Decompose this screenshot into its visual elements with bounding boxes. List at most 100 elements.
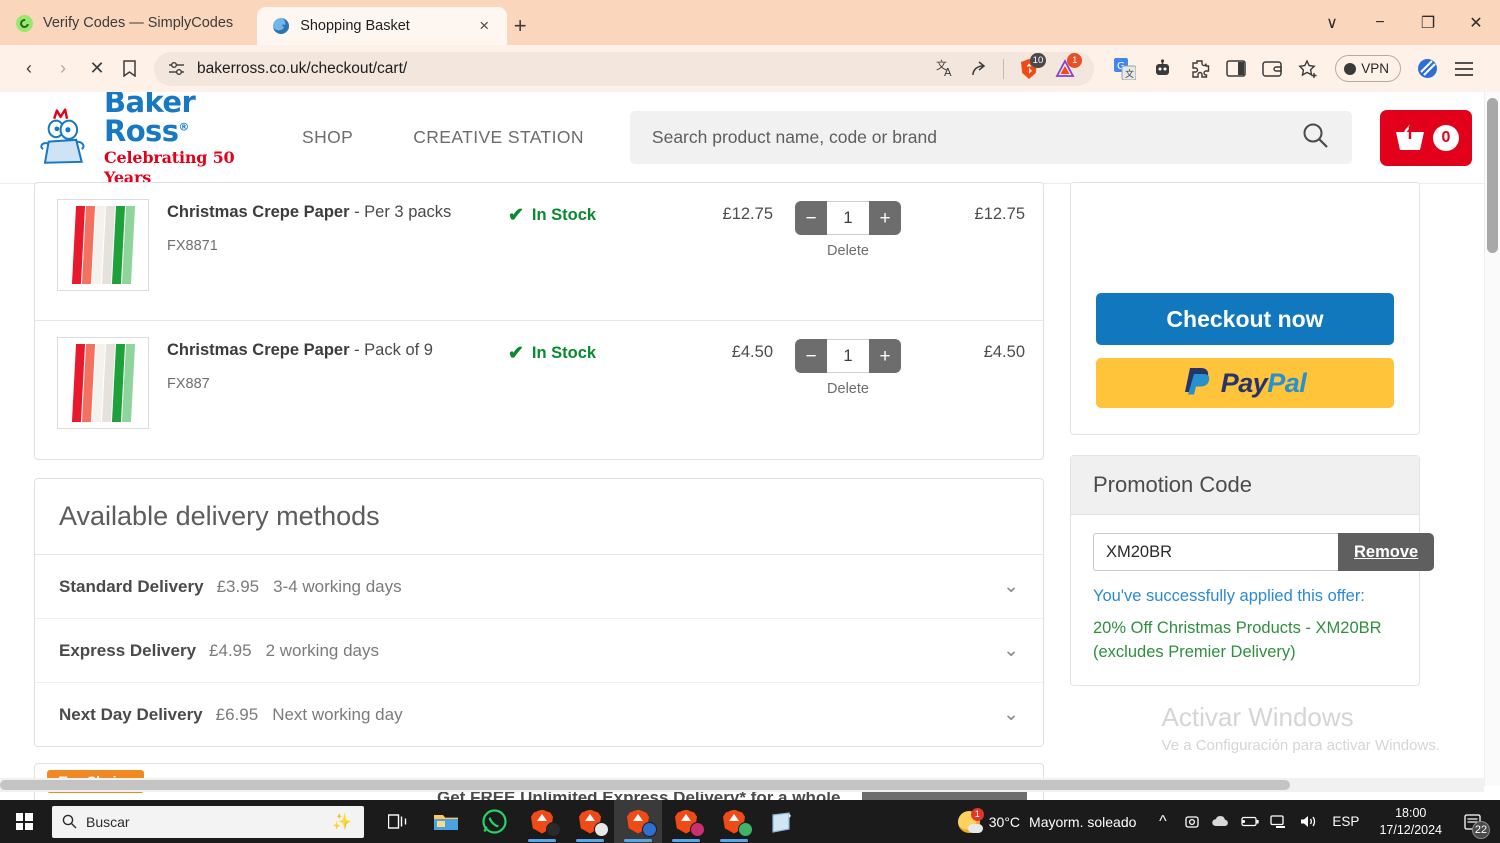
horizontal-scrollbar[interactable] xyxy=(0,778,1484,792)
stop-loading-icon[interactable]: ✕ xyxy=(80,52,114,86)
product-thumbnail[interactable] xyxy=(57,199,149,291)
whatsapp-icon[interactable] xyxy=(470,800,518,843)
vpn-toggle[interactable]: VPN xyxy=(1335,55,1401,82)
network-icon[interactable] xyxy=(1264,800,1293,843)
active-tab[interactable]: Shopping Basket × xyxy=(257,7,508,45)
delete-item-link[interactable]: Delete xyxy=(827,243,869,259)
weather-temperature: 30°C xyxy=(988,813,1021,830)
extensions-puzzle-icon[interactable] xyxy=(1189,58,1210,79)
delivery-option-next-day[interactable]: Next Day Delivery £6.95 Next working day… xyxy=(35,683,1043,746)
horizontal-scrollbar-thumb[interactable] xyxy=(0,780,1290,790)
unit-price: £12.75 xyxy=(722,205,773,223)
chevron-down-icon[interactable]: ⌄ xyxy=(1003,639,1019,662)
show-hidden-icons-chevron[interactable]: ^ xyxy=(1148,800,1177,843)
promotion-code-body: Remove You've successfully applied this … xyxy=(1071,515,1435,685)
brave-leo-icon[interactable] xyxy=(1417,58,1438,79)
browser-menu-icon[interactable] xyxy=(1454,61,1474,77)
onedrive-icon[interactable] xyxy=(1206,800,1235,843)
site-settings-icon[interactable] xyxy=(168,61,185,76)
product-code: FX8871 xyxy=(167,238,218,254)
logo-brand-name: Baker Ross® xyxy=(104,92,196,149)
copilot-sparkle-icon[interactable]: ✨ xyxy=(332,812,352,832)
close-tab-icon[interactable]: × xyxy=(471,13,497,39)
quantity-column: − 1 + Delete xyxy=(773,337,923,397)
product-name[interactable]: Christmas Crepe Paper - Per 3 packs xyxy=(167,203,508,222)
sticky-notes-icon[interactable] xyxy=(758,800,806,843)
start-button[interactable] xyxy=(0,800,48,843)
remove-promotion-button[interactable]: Remove xyxy=(1338,533,1435,571)
robot-extension-icon[interactable] xyxy=(1152,58,1173,79)
bookmark-star-icon[interactable] xyxy=(1298,58,1319,79)
chevron-down-icon[interactable]: ⌄ xyxy=(1003,575,1019,598)
minimize-icon[interactable]: − xyxy=(1356,0,1404,45)
paypal-button[interactable]: PayPal xyxy=(1096,358,1394,408)
forward-icon[interactable]: › xyxy=(46,52,80,86)
nav-link-creative-station[interactable]: CREATIVE STATION xyxy=(413,127,584,148)
quantity-value[interactable]: 1 xyxy=(827,201,869,235)
site-logo[interactable]: Baker Ross® Celebrating 50 Years xyxy=(34,92,274,187)
volume-icon[interactable] xyxy=(1293,800,1322,843)
brave-profile-blue-icon[interactable] xyxy=(614,800,662,843)
background-tab[interactable]: Verify Codes — SimplyCodes xyxy=(0,6,247,40)
weather-alert-badge: 1 xyxy=(970,807,984,821)
baker-ross-icon xyxy=(273,18,290,34)
translate-icon[interactable]: 文 A xyxy=(936,59,956,78)
decrease-quantity-button[interactable]: − xyxy=(795,201,827,235)
site-search[interactable]: Search product name, code or brand xyxy=(629,111,1352,164)
delete-item-link[interactable]: Delete xyxy=(827,381,869,397)
increase-quantity-button[interactable]: + xyxy=(869,339,901,373)
google-translate-icon[interactable]: G 文 xyxy=(1114,57,1137,80)
restore-icon[interactable]: ❐ xyxy=(1404,0,1452,45)
adblock-icon[interactable]: 1 xyxy=(1054,53,1083,79)
weather-widget[interactable]: 1 30°C Mayorm. soleado xyxy=(946,807,1149,833)
delivery-option-express[interactable]: Express Delivery £4.95 2 working days ⌄ xyxy=(35,619,1043,683)
share-icon[interactable] xyxy=(970,59,989,78)
quantity-value[interactable]: 1 xyxy=(827,339,869,373)
wallet-icon[interactable] xyxy=(1262,60,1282,78)
nav-link-shop[interactable]: SHOP xyxy=(302,127,353,148)
sidebar-toggle-icon[interactable] xyxy=(1226,59,1246,78)
weather-sun-icon: 1 xyxy=(957,807,984,833)
brave-profile-pink-icon[interactable] xyxy=(662,800,710,843)
cart-button[interactable]: 0 xyxy=(1380,109,1472,166)
delivery-option-standard[interactable]: Standard Delivery £3.95 3-4 working days… xyxy=(35,555,1043,619)
file-explorer-icon[interactable] xyxy=(422,800,470,843)
chevron-down-icon[interactable]: ⌄ xyxy=(1003,703,1019,726)
new-tab-icon[interactable]: + xyxy=(507,13,533,39)
task-view-button[interactable] xyxy=(374,800,422,843)
checkout-button[interactable]: Checkout now xyxy=(1096,293,1394,345)
tab-search-icon[interactable]: ∨ xyxy=(1308,0,1356,45)
vertical-scrollbar[interactable] xyxy=(1484,92,1500,786)
promotion-code-input[interactable] xyxy=(1093,533,1338,571)
system-tray: 1 30°C Mayorm. soleado ^ ESP 18:00 17/12… xyxy=(946,800,1500,843)
delivery-eta: Next working day xyxy=(272,704,403,724)
extensions-zone: G 文 VPN xyxy=(1100,55,1488,82)
svg-text:文: 文 xyxy=(1125,68,1134,80)
address-bar[interactable]: bakerross.co.uk/checkout/cart/ 文 A 10 1 xyxy=(154,51,1095,86)
notification-center-button[interactable]: 22 xyxy=(1452,800,1492,843)
close-window-icon[interactable]: ✕ xyxy=(1452,0,1500,45)
brave-profile-white-icon[interactable] xyxy=(566,800,614,843)
line-total: £12.75 xyxy=(974,205,1025,223)
delivery-price: £6.95 xyxy=(215,704,259,724)
product-title: Christmas Crepe Paper xyxy=(167,203,350,221)
camera-icon[interactable] xyxy=(1177,800,1206,843)
stock-status: ✔ In Stock xyxy=(508,337,668,365)
product-name[interactable]: Christmas Crepe Paper - Pack of 9 xyxy=(167,341,508,360)
brave-profile-green-icon[interactable] xyxy=(710,800,758,843)
taskbar-search[interactable]: Buscar ✨ xyxy=(52,805,364,838)
back-icon[interactable]: ‹ xyxy=(12,52,46,86)
brave-shields-icon[interactable]: 10 xyxy=(1018,52,1047,80)
taskbar-clock[interactable]: 18:00 17/12/2024 xyxy=(1369,805,1452,839)
vertical-scrollbar-thumb[interactable] xyxy=(1487,98,1498,253)
brave-profile-black-icon[interactable] xyxy=(518,800,566,843)
table-row: Christmas Crepe Paper - Per 3 packs FX88… xyxy=(35,183,1043,321)
check-icon: ✔ xyxy=(508,343,524,364)
language-indicator[interactable]: ESP xyxy=(1322,814,1369,829)
product-thumbnail[interactable] xyxy=(57,337,149,429)
decrease-quantity-button[interactable]: − xyxy=(795,339,827,373)
bookmark-icon[interactable] xyxy=(114,60,144,77)
increase-quantity-button[interactable]: + xyxy=(869,201,901,235)
search-icon[interactable] xyxy=(1301,121,1330,155)
battery-icon[interactable] xyxy=(1235,800,1264,843)
